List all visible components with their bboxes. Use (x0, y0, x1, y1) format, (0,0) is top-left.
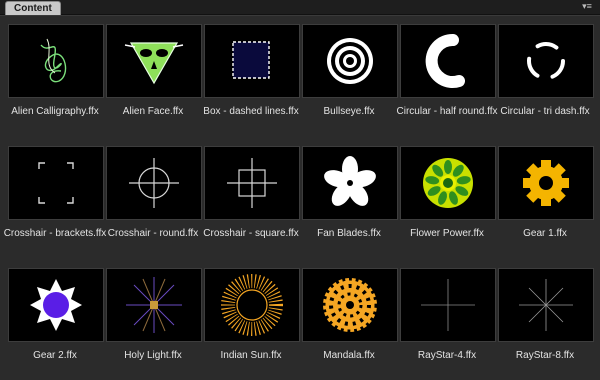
holy-light-thumbnail[interactable] (106, 268, 202, 342)
item-label: Alien Face.ffx (122, 106, 184, 117)
item-label: Bullseye.ffx (323, 106, 375, 117)
item-label: Box - dashed lines.ffx (203, 106, 299, 117)
item-label: Circular - tri dash.ffx (500, 106, 590, 117)
item-label: Holy Light.ffx (124, 350, 182, 361)
indian-sun-thumbnail[interactable] (204, 268, 300, 342)
alien-calligraphy-thumbnail[interactable] (8, 24, 104, 98)
bullseye-thumbnail[interactable] (302, 24, 398, 98)
content-tab[interactable]: Content (5, 1, 61, 15)
alien-face-thumbnail[interactable] (106, 24, 202, 98)
item-label: Indian Sun.ffx (220, 350, 282, 361)
item-label: RayStar-4.ffx (417, 350, 477, 361)
raystar-8-thumbnail[interactable] (498, 268, 594, 342)
panel-menu-icon[interactable]: ▾≡ (580, 1, 594, 12)
item-label: Gear 2.ffx (33, 350, 77, 361)
crosshair-brackets-thumbnail[interactable] (8, 146, 104, 220)
item-label: Flower Power.ffx (410, 228, 484, 239)
circular-half-round-thumbnail[interactable] (400, 24, 496, 98)
content-panel: Content ▾≡ Alien Calligraphy.ffx Alien F… (0, 0, 600, 380)
raystar-4-thumbnail[interactable] (400, 268, 496, 342)
box-dashed-thumbnail[interactable] (204, 24, 300, 98)
item-label: RayStar-8.ffx (515, 350, 575, 361)
crosshair-round-thumbnail[interactable] (106, 146, 202, 220)
gear-2-thumbnail[interactable] (8, 268, 104, 342)
panel-tab-bar: Content ▾≡ (0, 0, 600, 15)
fan-blades-thumbnail[interactable] (302, 146, 398, 220)
item-label: Alien Calligraphy.ffx (11, 106, 99, 117)
item-label: Crosshair - square.ffx (203, 228, 299, 239)
mandala-thumbnail[interactable] (302, 268, 398, 342)
item-label: Crosshair - round.ffx (107, 228, 199, 239)
circular-tri-dash-thumbnail[interactable] (498, 24, 594, 98)
item-label: Fan Blades.ffx (317, 228, 381, 239)
flower-power-thumbnail[interactable] (400, 146, 496, 220)
gear-1-thumbnail[interactable] (498, 146, 594, 220)
item-label: Circular - half round.ffx (396, 106, 498, 117)
crosshair-square-thumbnail[interactable] (204, 146, 300, 220)
item-label: Gear 1.ffx (523, 228, 567, 239)
item-label: Mandala.ffx (323, 350, 375, 361)
item-label: Crosshair - brackets.ffx (3, 228, 107, 239)
content-grid: Alien Calligraphy.ffx Alien Face.ffx Box… (0, 15, 600, 380)
